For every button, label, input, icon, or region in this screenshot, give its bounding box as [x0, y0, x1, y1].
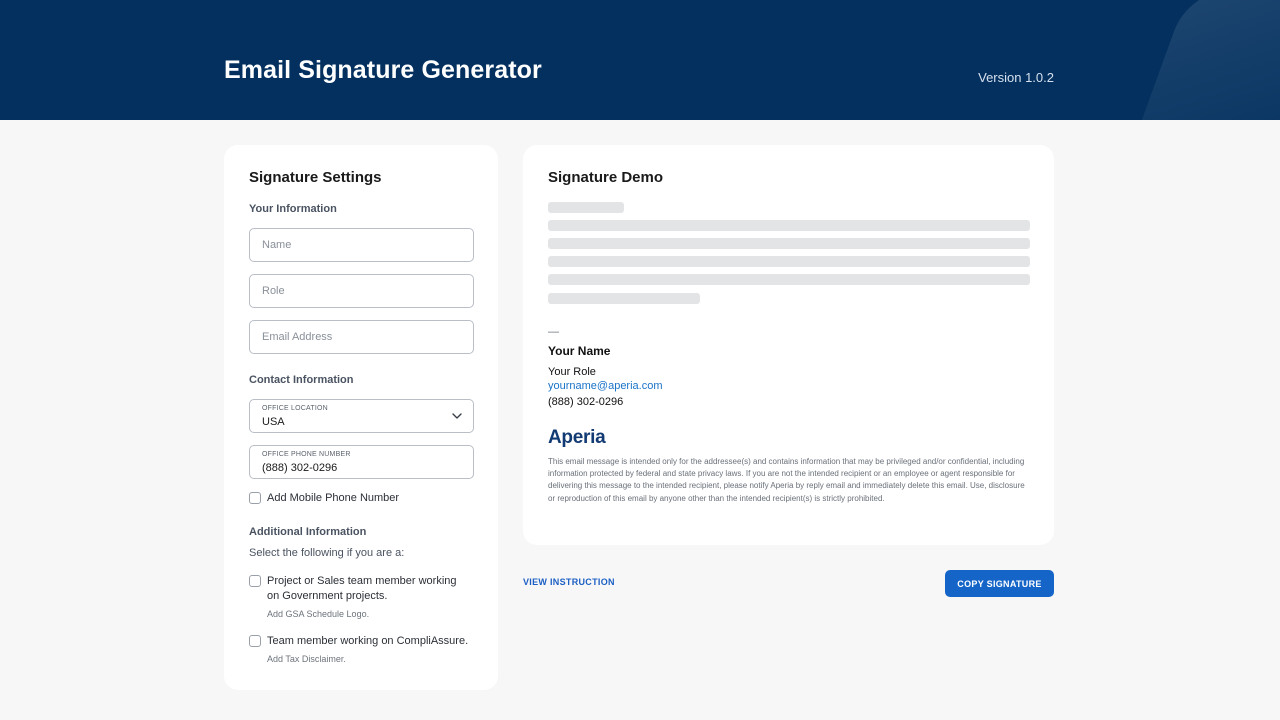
office-phone-value: (888) 302-0296 — [262, 462, 338, 474]
signature-separator: — — [548, 326, 559, 338]
office-location-select[interactable]: OFFICE LOCATION USA — [249, 399, 474, 433]
skeleton-line — [548, 274, 1030, 285]
name-input[interactable] — [249, 228, 474, 262]
contact-information-label: Contact Information — [249, 374, 354, 386]
tax-disclaimer-hint: Add Tax Disclaimer. — [267, 654, 346, 664]
additional-information-label: Additional Information — [249, 526, 367, 538]
mobile-phone-checkbox-label[interactable]: Add Mobile Phone Number — [267, 491, 399, 506]
skeleton-line — [548, 293, 700, 304]
signature-email-link[interactable]: yourname@aperia.com — [548, 380, 663, 392]
compliassure-label[interactable]: Team member working on CompliAssure. — [267, 634, 468, 649]
government-projects-label-line1[interactable]: Project or Sales team member working — [267, 574, 457, 589]
gsa-logo-hint: Add GSA Schedule Logo. — [267, 609, 370, 619]
chevron-down-icon — [452, 413, 462, 419]
version-label: Version 1.0.2 — [978, 70, 1054, 85]
email-address-input[interactable] — [249, 320, 474, 354]
signature-disclaimer: This email message is intended only for … — [548, 457, 1025, 503]
signature-role: Your Role — [548, 366, 596, 378]
government-projects-label-line2[interactable]: on Government projects. — [267, 589, 387, 604]
signature-demo-card: Signature Demo — Your Name Your Role you… — [523, 145, 1054, 545]
demo-title: Signature Demo — [548, 169, 664, 186]
aperia-logo: Aperia — [548, 427, 606, 448]
office-location-value: USA — [262, 416, 285, 428]
page-title: Email Signature Generator — [224, 56, 542, 84]
signature-name: Your Name — [548, 344, 611, 358]
signature-phone: (888) 302-0296 — [548, 396, 624, 408]
skeleton-line — [548, 256, 1030, 267]
signature-settings-card: Signature Settings Your Information Cont… — [224, 145, 498, 690]
additional-information-instruction: Select the following if you are a: — [249, 547, 405, 559]
office-phone-label: OFFICE PHONE NUMBER — [262, 451, 351, 458]
skeleton-line — [548, 202, 624, 213]
settings-title: Signature Settings — [249, 169, 382, 186]
skeleton-line — [548, 238, 1030, 249]
government-projects-checkbox[interactable] — [249, 575, 261, 587]
role-input[interactable] — [249, 274, 474, 308]
mobile-phone-checkbox[interactable] — [249, 492, 261, 504]
office-location-label: OFFICE LOCATION — [262, 405, 328, 412]
compliassure-checkbox[interactable] — [249, 635, 261, 647]
header-decoration — [1130, 0, 1280, 120]
copy-signature-button[interactable]: COPY SIGNATURE — [945, 570, 1054, 597]
app-header: Email Signature Generator Version 1.0.2 — [0, 0, 1280, 120]
your-information-label: Your Information — [249, 203, 337, 215]
view-instruction-link[interactable]: VIEW INSTRUCTION — [523, 577, 615, 587]
office-phone-field[interactable]: OFFICE PHONE NUMBER (888) 302-0296 — [249, 445, 474, 479]
skeleton-line — [548, 220, 1030, 231]
